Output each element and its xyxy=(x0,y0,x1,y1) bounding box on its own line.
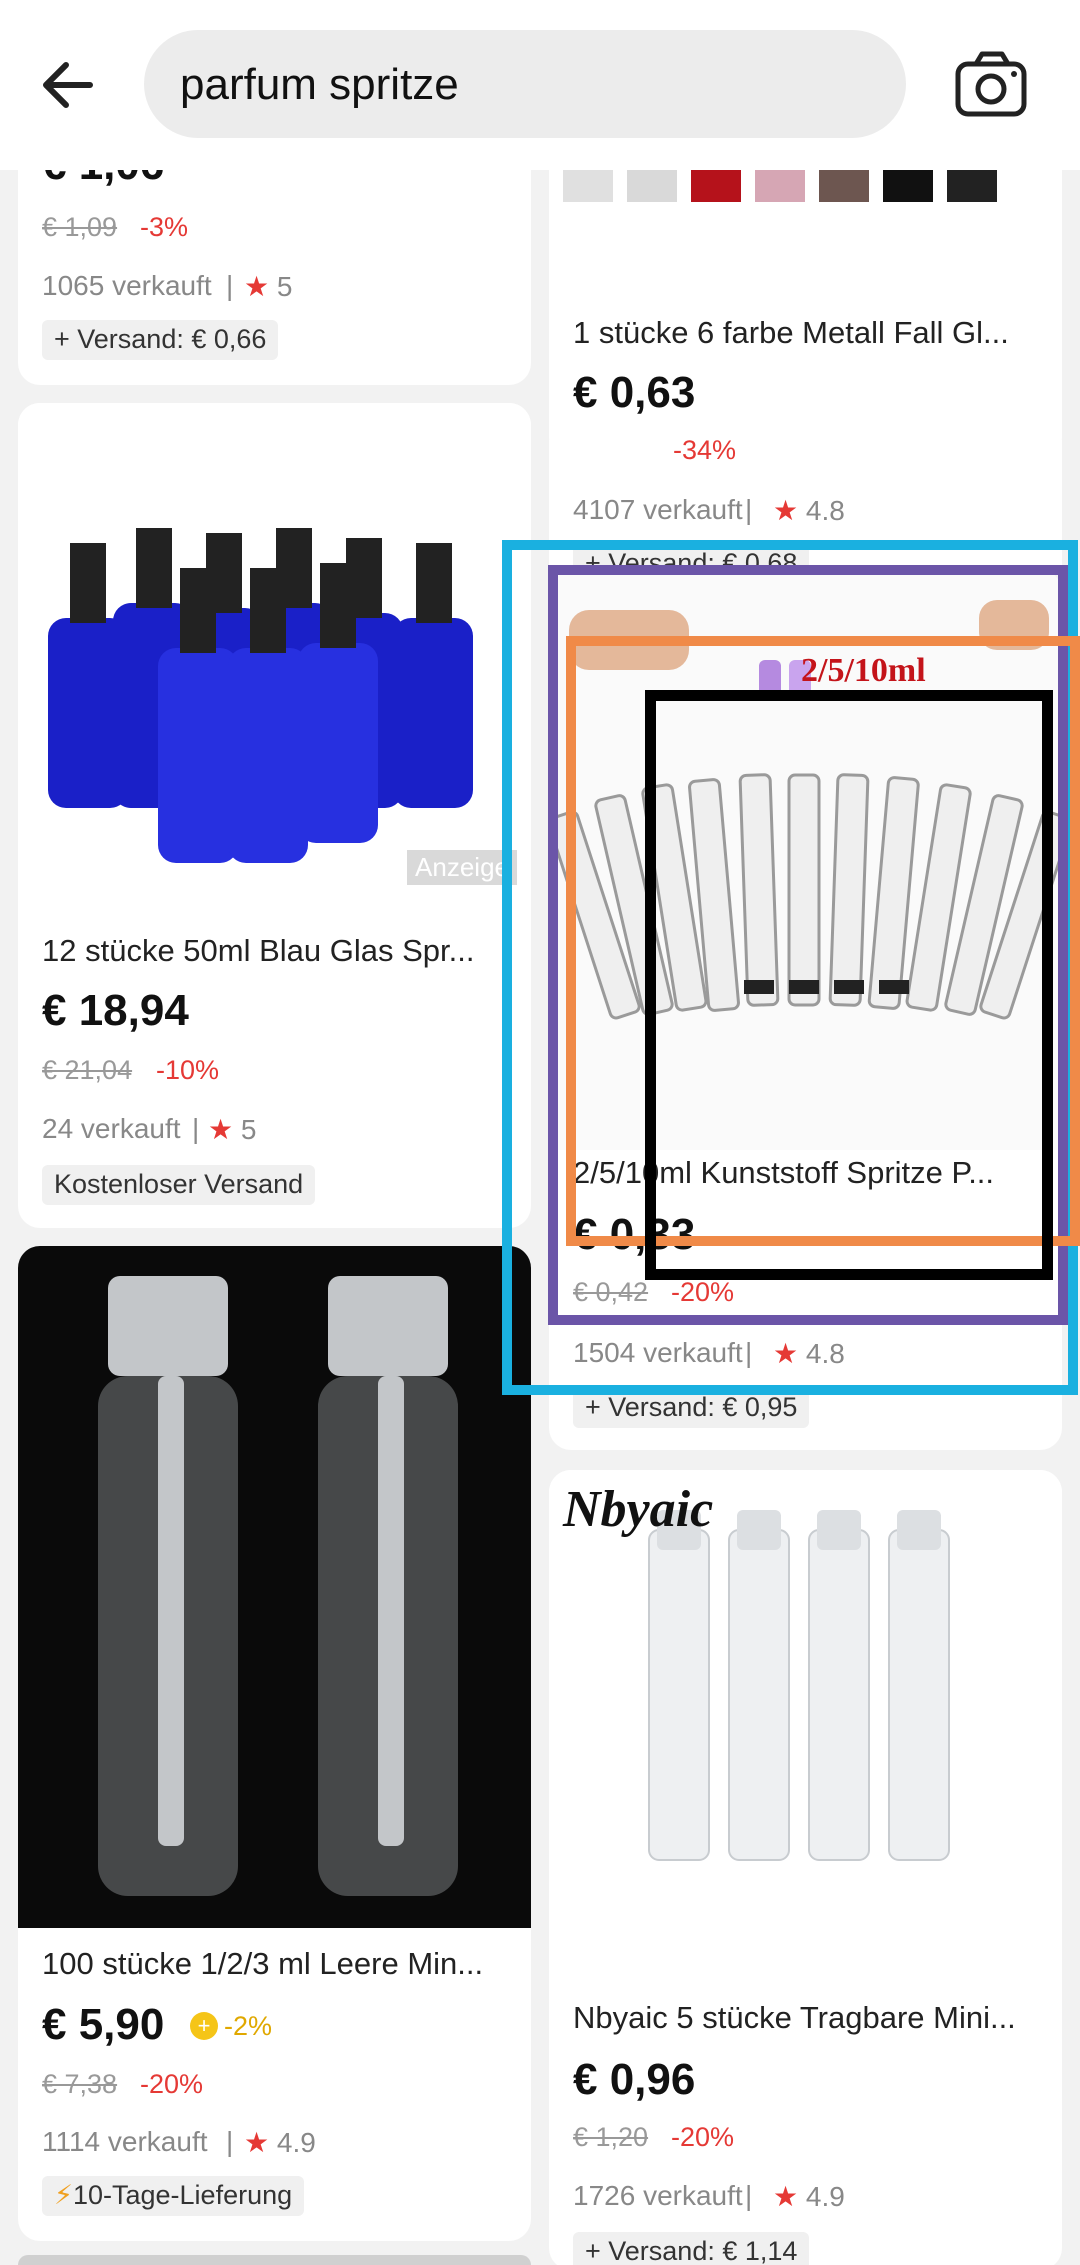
product-rating: ★ 5 xyxy=(244,271,293,302)
ad-label: Anzeige xyxy=(407,850,517,885)
product-rating: ★ 4.8 xyxy=(773,1338,845,1369)
product-image: Nbyaic xyxy=(549,1470,1062,1970)
product-card[interactable]: 2/5/10ml 2/5/10ml Kunststoff Spritze P..… xyxy=(549,570,1062,1450)
rating-separator: | xyxy=(745,1337,753,1368)
coin-icon: + xyxy=(190,2012,218,2040)
product-rating: ★ 4.8 xyxy=(773,495,845,526)
product-title: 1 stücke 6 farbe Metall Fall Gl... xyxy=(573,315,1009,350)
product-price: € 5,90 xyxy=(42,2000,165,2049)
shipping-badge: Kostenloser Versand xyxy=(42,1165,316,1205)
product-card[interactable]: 100 stücke 1/2/3 ml Leere Min... € 5,90 … xyxy=(18,1246,531,2241)
search-header: parfum spritze xyxy=(0,0,1080,170)
product-card-continued[interactable]: -34% 4107 verkauft | ★ 4.8 + Versand: € … xyxy=(549,440,1062,570)
star-icon: ★ xyxy=(773,2181,799,2212)
product-old-price: € 7,38 xyxy=(42,2069,118,2099)
coin-discount: -2% xyxy=(224,2011,273,2041)
product-discount: -3% xyxy=(140,212,189,242)
rating-separator: | xyxy=(192,1113,200,1144)
product-price: € 0,33 xyxy=(573,1210,696,1259)
product-image xyxy=(18,1246,531,1928)
shipping-badge: + Versand: € 1,14 xyxy=(573,2232,810,2265)
product-rating: ★ 5 xyxy=(208,1114,257,1145)
image-size-text: 2/5/10ml xyxy=(801,652,926,689)
shipping-badge: + Versand: € 0,95 xyxy=(573,1388,810,1428)
rating-separator: | xyxy=(226,2126,234,2157)
product-card[interactable]: Nbyaic Nbyaic 5 stücke Tragbare Mini... … xyxy=(549,1470,1062,2265)
product-image: Anzeige xyxy=(18,403,531,903)
product-old-price: € 0,42 xyxy=(573,1277,649,1307)
star-icon: ★ xyxy=(244,2127,270,2158)
search-input[interactable]: parfum spritze xyxy=(144,30,906,138)
product-sold-count: 1065 verkauft xyxy=(42,270,212,301)
shipping-badge: + Versand: € 0,66 xyxy=(42,320,279,360)
product-title: 12 stücke 50ml Blau Glas Spr... xyxy=(42,933,475,968)
camera-icon[interactable] xyxy=(952,50,1032,122)
product-sold-count: 1114 verkauft xyxy=(42,2126,208,2157)
product-sold-count: 1726 verkauft xyxy=(573,2180,743,2211)
product-discount: -34% xyxy=(673,440,737,465)
product-sold-count: 4107 verkauft xyxy=(573,494,743,525)
star-icon: ★ xyxy=(773,1338,799,1369)
product-discount: -20% xyxy=(140,2069,204,2099)
next-card-edge xyxy=(18,2255,531,2265)
product-old-price: € 1,09 xyxy=(42,212,118,242)
product-title: 100 stücke 1/2/3 ml Leere Min... xyxy=(42,1946,484,1981)
product-price: € 0,96 xyxy=(573,2055,696,2104)
star-icon: ★ xyxy=(208,1114,234,1145)
product-rating: ★ 4.9 xyxy=(773,2181,845,2212)
product-price: € 0,63 xyxy=(573,368,696,417)
back-arrow-icon[interactable] xyxy=(30,45,110,125)
star-icon: ★ xyxy=(773,495,799,526)
delivery-icon: ⚡ xyxy=(54,2180,73,2210)
rating-separator: | xyxy=(226,270,234,301)
product-card[interactable]: Anzeige 12 stücke 50ml Blau Glas Spr... … xyxy=(18,403,531,1228)
rating-separator: | xyxy=(745,2180,753,2211)
product-discount: -10% xyxy=(156,1055,220,1085)
star-icon: ★ xyxy=(244,271,270,302)
product-discount: -20% xyxy=(671,2122,735,2152)
product-title: 2/5/10ml Kunststoff Spritze P... xyxy=(573,1155,995,1190)
rating-separator: | xyxy=(745,494,753,525)
delivery-badge: ⚡10-Tage-Lieferung xyxy=(42,2176,305,2216)
product-title: Nbyaic 5 stücke Tragbare Mini... xyxy=(573,2000,1016,2035)
brand-logo: Nbyaic xyxy=(563,1481,714,1538)
shipping-badge: + Versand: € 0,68 xyxy=(573,544,810,570)
product-sold-count: 24 verkauft xyxy=(42,1113,181,1144)
product-old-price: € 21,04 xyxy=(42,1055,133,1085)
product-old-price: € 1,20 xyxy=(573,2122,649,2152)
product-sold-count: 1504 verkauft xyxy=(573,1337,743,1368)
product-price: € 18,94 xyxy=(42,986,189,1035)
search-query: parfum spritze xyxy=(180,60,459,109)
product-image: 2/5/10ml xyxy=(549,570,1062,1150)
product-discount: -20% xyxy=(671,1277,735,1307)
product-rating: ★ 4.9 xyxy=(244,2127,316,2158)
